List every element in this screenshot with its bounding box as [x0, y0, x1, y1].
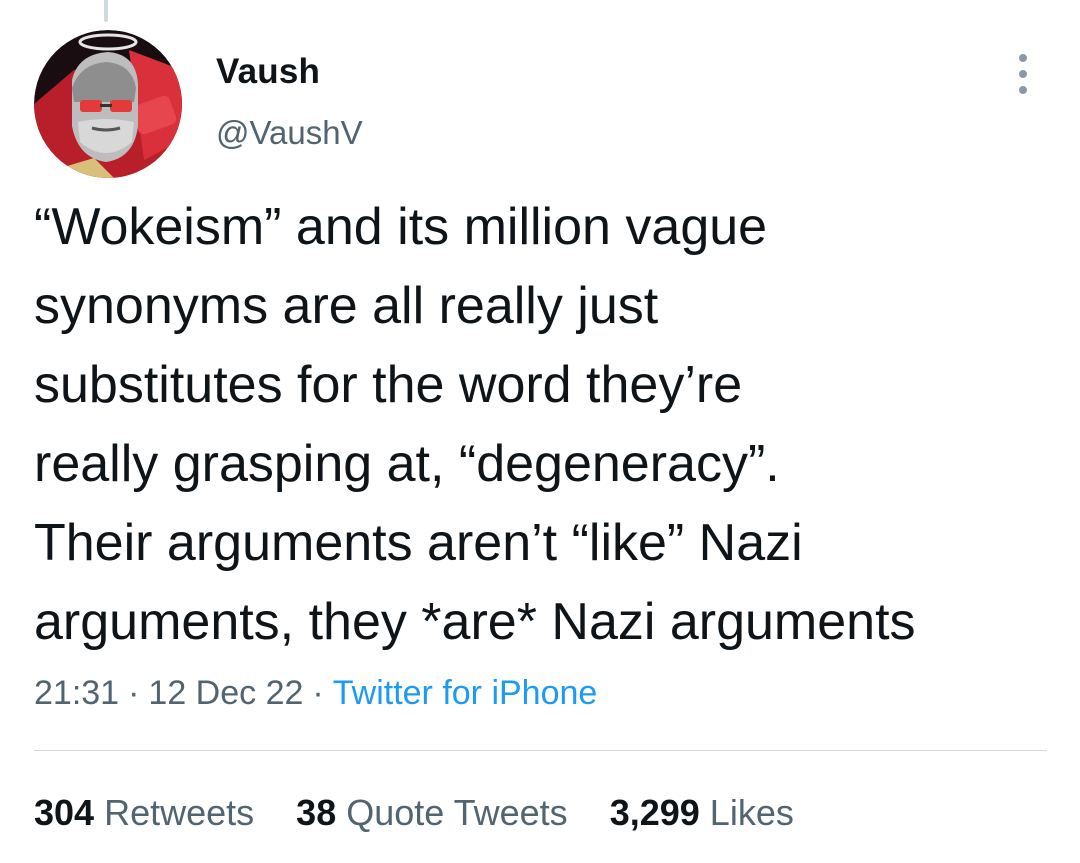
meta-separator: · [128, 674, 140, 712]
tweet-time[interactable]: 21:31 [34, 674, 119, 712]
likes-label: Likes [709, 792, 794, 833]
retweets-stat[interactable]: 304 Retweets [34, 792, 254, 834]
tweet-text-line: substitutes for the word they’re [34, 356, 743, 414]
tweet-source-link[interactable]: Twitter for iPhone [333, 674, 598, 712]
likes-count: 3,299 [609, 792, 700, 833]
more-options-icon[interactable] [1006, 52, 1040, 96]
likes-stat[interactable]: 3,299 Likes [610, 792, 794, 834]
tweet-text-line: Their arguments aren’t “like” Nazi [34, 514, 803, 572]
author-handle[interactable]: @VaushV [216, 114, 363, 152]
thread-connector-line [104, 0, 108, 22]
divider [34, 750, 1047, 751]
avatar[interactable] [34, 30, 182, 178]
meta-separator: · [312, 674, 324, 712]
engagement-stats: 304 Retweets 38 Quote Tweets 3,299 Likes [34, 792, 826, 834]
tweet-metadata: 21:31 · 12 Dec 22 · Twitter for iPhone [34, 674, 597, 713]
quote-tweets-stat[interactable]: 38 Quote Tweets [296, 792, 568, 834]
avatar-image [34, 30, 182, 178]
tweet-text: “Wokeism” and its million vague synonyms… [34, 188, 1064, 662]
quote-tweets-label: Quote Tweets [346, 792, 568, 833]
tweet-text-line: really grasping at, “degeneracy”. [34, 435, 780, 493]
tweet-detail: Vaush @VaushV “Wokeism” and its million … [0, 0, 1080, 863]
tweet-text-line: “Wokeism” and its million vague [34, 198, 768, 256]
author-display-name[interactable]: Vaush [216, 52, 320, 92]
retweets-label: Retweets [104, 792, 255, 833]
retweets-count: 304 [34, 792, 95, 833]
tweet-text-line: synonyms are all really just [34, 277, 659, 335]
tweet-text-line: arguments, they *are* Nazi arguments [34, 593, 916, 651]
tweet-date[interactable]: 12 Dec 22 [148, 674, 303, 712]
quote-tweets-count: 38 [296, 792, 337, 833]
